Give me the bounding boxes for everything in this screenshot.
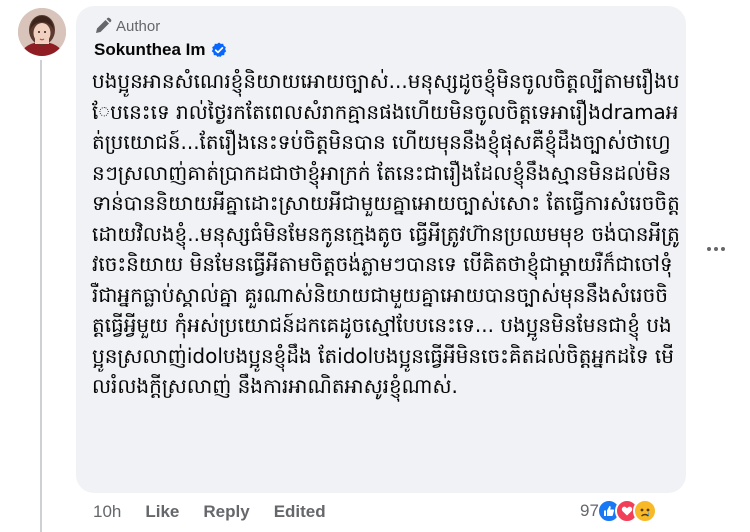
- more-options-icon[interactable]: [705, 238, 727, 260]
- author-name[interactable]: Sokunthea Im: [94, 40, 205, 60]
- reply-button[interactable]: Reply: [203, 502, 249, 522]
- edited-label[interactable]: Edited: [274, 502, 326, 522]
- pencil-icon: [96, 17, 112, 33]
- avatar[interactable]: [18, 8, 66, 56]
- author-badge: Author: [94, 16, 160, 36]
- author-badge-label: Author: [116, 17, 161, 35]
- reaction-summary[interactable]: 97: [580, 499, 657, 523]
- like-button[interactable]: Like: [145, 502, 179, 522]
- verified-badge-icon: [212, 42, 227, 57]
- comment-text: បងប្អូនអានសំណេរខ្ញុំនិយាយអោយច្បាស់...មនុ…: [92, 69, 680, 398]
- comment-actions: 10h Like Reply Edited: [93, 502, 326, 522]
- thread-line: [40, 60, 42, 532]
- timestamp[interactable]: 10h: [93, 502, 121, 522]
- sad-reaction-icon: [632, 499, 657, 523]
- author-row: Sokunthea Im: [94, 40, 227, 60]
